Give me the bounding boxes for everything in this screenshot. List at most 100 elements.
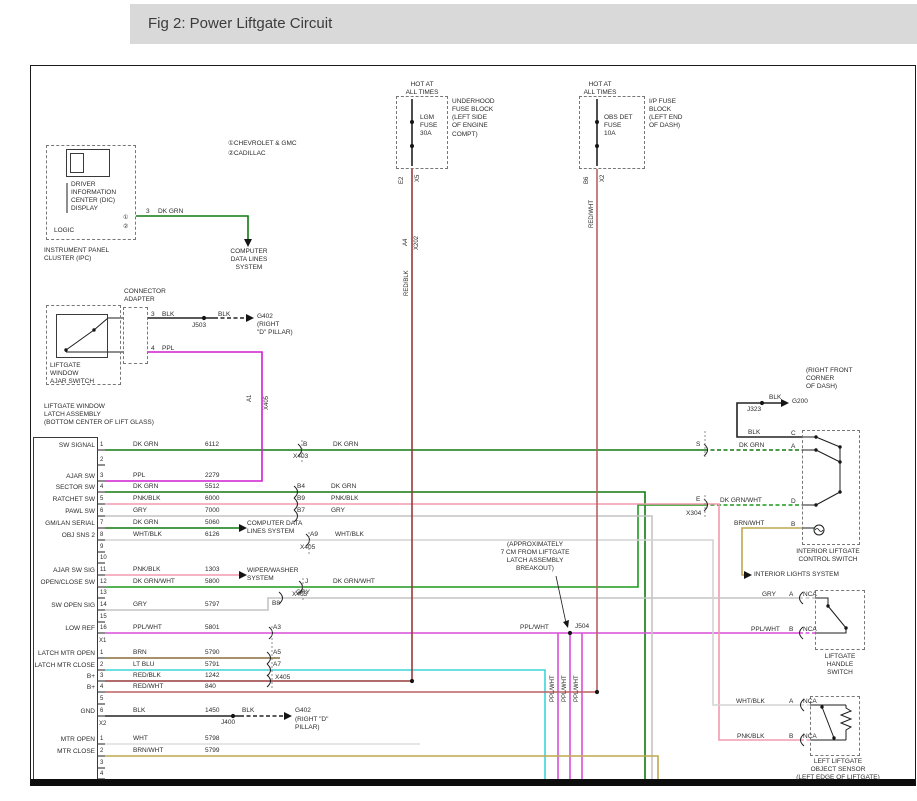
connector-pin-letter: A9 [310,531,318,539]
ground-g200: G200 [792,398,808,406]
window-switch-caption: LIFTGATE WINDOW LATCH ASSEMBLY (BOTTOM C… [44,403,154,427]
offpage-dest-label: COMPUTER DATA LINES SYSTEM [247,520,302,536]
ground-g402-lower: G402 [295,707,311,715]
handle-nca-a: NCA [803,591,817,599]
fuse1-name: LGM FUSE 30A [420,114,437,138]
fuse1-conn1: A4 [403,239,411,246]
ipc-option-2: ② [123,224,128,232]
module-pin-number: 6 [100,508,103,516]
sensor-nca-a: NCA [803,698,817,706]
circuit-number: 5790 [205,649,219,657]
breakout-note: (APPROXIMATELY 7 CM FROM LIFTGATE LATCH … [489,541,581,574]
circuit-number: 5060 [205,519,219,527]
module-pin-number: 1 [100,736,103,744]
fuse1-wire-label: RED/BLK [404,270,412,296]
module-pin-number: 15 [100,614,107,622]
sensor-nca-b: NCA [803,733,817,741]
fuse2-wire-label: RED/WHT [589,200,597,228]
connector-name: X403 [293,453,308,461]
circuit-number: 5800 [205,578,219,586]
connector-pin-letter: B [303,441,307,449]
wire-color-label: GRY [296,589,310,597]
ctlsw-wire-b: BRN/WHT [734,520,764,528]
module-pin-number: 5 [100,696,103,704]
wire-color-label: PNK/BLK [331,495,358,503]
legend-make1: ①CHEVROLET & GMC [228,140,297,148]
window-ajar-switch-inner [56,314,108,358]
sensor-wire-a: WHT/BLK [736,698,765,706]
module-pin-number: 3 [100,673,103,681]
circuit-number: 5801 [205,624,219,632]
module-pin-number: 3 [100,473,103,481]
adapter-conn-name: X405 [264,396,272,410]
wire-color-label: PPL/WHT [133,624,162,632]
connector-pin-letter: J [305,578,308,586]
module-pin-name: PAWL SW [33,508,95,516]
figure-title: Fig 2: Power Liftgate Circuit [148,15,332,32]
module-pin-name: SECTOR SW [33,484,95,492]
wire-color-label: DK GRN [133,441,158,449]
module-connector-x2: X2 [99,721,106,729]
module-pin-number: 6 [100,708,103,716]
module-pin-number: 7 [100,520,103,528]
sensor-pin-b: B [789,733,793,741]
adapter-wire3b-label: BLK [218,311,230,319]
connector-pin-letter: A3 [273,624,281,632]
fuse1-hot-label: HOT AT ALL TIMES [396,81,448,97]
connector-pin-letter: B8 [272,600,280,608]
wire-color-label: PPL [133,472,145,480]
circuit-number: 2279 [205,472,219,480]
ctlsw-pin-d: D [791,498,796,506]
ppl-wht-vlabel-3: PPL/WHT [574,675,582,702]
fuse2-pin1: B6 [584,177,592,184]
fuse1-pin1: E2 [399,177,407,184]
wire-color-label: BLK [133,707,145,715]
dic-display-icon-inner [70,153,84,173]
ctlsw-pin-c: C [791,430,796,438]
ipc-dest-label: COMPUTER DATA LINES SYSTEM [218,248,280,272]
module-pin-name: GM/LAN SERIAL [33,520,95,528]
ground-g402-upper: G402 [257,313,273,321]
module-pin-number: 10 [100,555,107,563]
module-pin-number: 2 [100,662,103,670]
splice-j504-label: J504 [575,623,589,631]
fuse2-pin2: X2 [600,175,608,182]
wire-color-label: PNK/BLK [133,495,160,503]
connector-name: X405 [275,674,290,682]
module-pin-number: 5 [100,496,103,504]
g200-location: (RIGHT FRONT CORNER OF DASH) [806,367,852,391]
module-pin-number: 2 [100,748,103,756]
adapter-pin3: 3 [151,311,155,319]
module-pin-number: 4 [100,771,103,779]
object-sensor-box [810,696,860,756]
control-switch-box [802,430,860,545]
connector-pin-letter: A5 [273,649,281,657]
ground-g402-upper-loc: (RIGHT "D" PILLAR) [257,321,293,337]
module-pin-name: LATCH MTR OPEN [33,650,95,658]
connector-pin-letter: B9 [297,495,305,503]
module-pin-number: 13 [100,590,107,598]
sensor-caption: LEFT LIFTGATE OBJECT SENSOR (LEFT EDGE O… [793,758,883,782]
offpage-dest-label: WIPER/WASHER SYSTEM [247,567,298,583]
adapter-conn-label: A1 [247,395,255,402]
handle-nca-b: NCA [803,626,817,634]
module-pin-name: AJAR SW [33,473,95,481]
ipc-option-1: ① [123,215,128,223]
circuit-number: 5799 [205,747,219,755]
wire-color-label: PNK/BLK [133,566,160,574]
circuit-number: 1450 [205,707,219,715]
connector-pin-letter: B7 [297,507,305,515]
module-pin-name: B+ [33,684,95,692]
wire-color-label: DK GRN/WHT [333,578,375,586]
connector-adapter-box [123,307,148,364]
module-pin-name: OBJ SNS 2 [33,532,95,540]
ctlsw-pin-a: A [791,443,795,451]
module-pin-name: B+ [33,673,95,681]
sensor-wire-b: PNK/BLK [737,733,764,741]
ipc-wire-label: DK GRN [158,208,183,216]
module-pin-name: SW OPEN SIG [33,602,95,610]
circuit-number: 1303 [205,566,219,574]
module-pin-name: OPEN/CLOSE SW [33,579,95,587]
module-pin-number: 4 [100,484,103,492]
circuit-number: 6126 [205,531,219,539]
